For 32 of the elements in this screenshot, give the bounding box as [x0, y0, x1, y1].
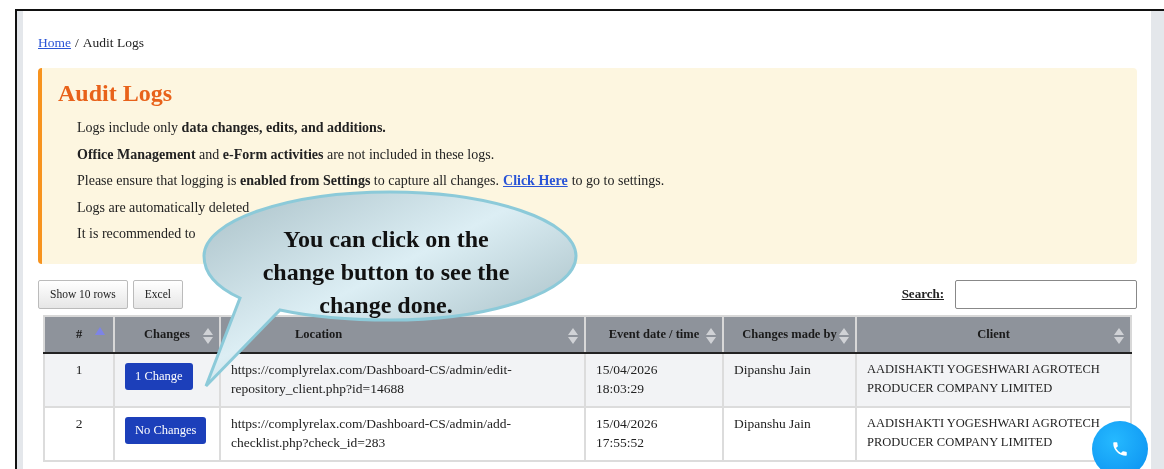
column-header[interactable]: Changes [114, 315, 220, 353]
notice-text: Logs include only data changes, edits, and additions. [77, 119, 386, 137]
table-cell: 15/04/2026 17:55:52 [585, 406, 723, 461]
notice-title: Audit Logs [58, 80, 174, 107]
notice-text: Please ensure that logging is enabled from Settings to capture all changes. [77, 172, 499, 191]
page-length-button[interactable]: Show 10 rows [38, 279, 128, 309]
excel-button[interactable]: Excel [132, 279, 183, 309]
breadcrumb-separator: / [75, 35, 79, 51]
table-cell: 1 [44, 352, 114, 407]
table-cell: Dipanshu Jain [723, 406, 856, 461]
column-header[interactable]: Client [856, 315, 1131, 353]
notice-text: Logs are automatically deleted [77, 198, 250, 217]
table-cell: https://complyrelax.com/Dashboard-CS/admin/add-checklist.php?check_id=283 [220, 406, 585, 461]
search-field[interactable] [955, 279, 1137, 309]
column-header[interactable]: # [44, 315, 114, 353]
notice-text: to go to settings. [571, 172, 665, 191]
table-cell: 2 [44, 406, 114, 461]
notice-text: It is recommended to [77, 225, 196, 244]
table-cell: 15/04/2026 18:03:29 [585, 352, 723, 407]
phone-icon [1111, 440, 1129, 458]
notice-text: Office Management and e-Form activities are not included in these logs. [77, 145, 495, 164]
changes-button[interactable]: 1 Change [125, 362, 193, 390]
column-header[interactable]: Event date / time [585, 315, 723, 353]
changes-button[interactable]: No Changes [125, 416, 207, 444]
table-cell: AADISHAKTI YOGESHWARI AGROTECH PRODUCER COMPANY LIMITED [856, 352, 1131, 407]
settings-link[interactable]: Click Here [503, 168, 568, 195]
table-cell: https://complyrelax.com/Dashboard-CS/admin/edit-repository_client.php?id=14688 [220, 352, 585, 407]
home-link[interactable]: Home [38, 35, 71, 51]
column-header[interactable]: Changes made by [723, 315, 856, 353]
breadcrumb-current: Audit Logs [82, 35, 144, 51]
table-cell: Dipanshu Jain [723, 352, 856, 407]
search-label: Search: [901, 286, 944, 303]
